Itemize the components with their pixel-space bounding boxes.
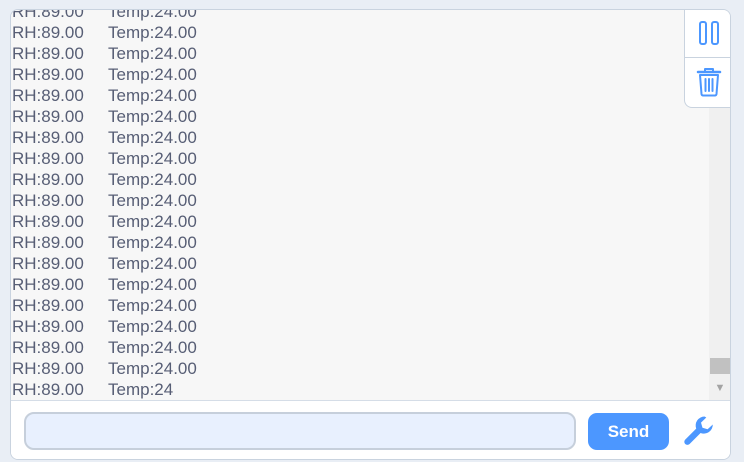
humidity-reading: RH:89.00 [12,107,84,126]
temperature-reading: Temp:24.00 [108,23,197,42]
temperature-reading: Temp:24.00 [108,254,197,273]
humidity-reading: RH:89.00 [12,254,84,273]
humidity-reading: RH:89.00 [12,170,84,189]
temperature-reading: Temp:24.00 [108,65,197,84]
output-line: RH:89.00 Temp:24.00 [12,316,197,337]
output-line: RH:89.00 Temp:24.00 [12,106,197,127]
humidity-reading: RH:89.00 [12,338,84,357]
output-line: RH:89.00 Temp:24.00 [12,253,197,274]
temperature-reading: Temp:24.00 [108,191,197,210]
temperature-reading: Temp:24.00 [108,107,197,126]
temperature-reading: Temp:24.00 [108,233,197,252]
output-toolbar [684,10,730,108]
temperature-reading: Temp:24.00 [108,275,197,294]
temperature-reading: Temp:24.00 [108,149,197,168]
output-line: RH:89.00 Temp:24.00 [12,148,197,169]
output-line: RH:89.00 Temp:24.00 [12,211,197,232]
temperature-reading: Temp:24.00 [108,212,197,231]
output-line: RH:89.00 Temp:24.00 [12,337,197,358]
humidity-reading: RH:89.00 [12,10,84,21]
humidity-reading: RH:89.00 [12,212,84,231]
output-line: RH:89.00 Temp:24.00 [12,10,197,22]
output-line: RH:89.00 Temp:24.00 [12,232,197,253]
output-line: RH:89.00 Temp:24 [12,379,197,400]
scroll-down-arrow-icon[interactable]: ▼ [709,382,730,394]
pause-button[interactable] [685,10,730,58]
temperature-reading: Temp:24.00 [108,86,197,105]
humidity-reading: RH:89.00 [12,275,84,294]
wrench-icon[interactable] [682,414,716,448]
temperature-reading: Temp:24.00 [108,10,197,21]
serial-monitor-panel: RH:89.00 Temp:24.00 RH:89.00 Temp:24.00 RH:8… [10,9,731,460]
humidity-reading: RH:89.00 [12,44,84,63]
serial-message-input[interactable] [24,412,576,450]
humidity-reading: RH:89.00 [12,128,84,147]
humidity-reading: RH:89.00 [12,317,84,336]
pause-icon [698,21,719,45]
humidity-reading: RH:89.00 [12,359,84,378]
send-button[interactable]: Send [588,413,669,450]
input-bar: Send [11,400,730,459]
output-line: RH:89.00 Temp:24.00 [12,358,197,379]
temperature-reading: Temp:24.00 [108,128,197,147]
output-line: RH:89.00 Temp:24.00 [12,169,197,190]
output-line: RH:89.00 Temp:24.00 [12,85,197,106]
humidity-reading: RH:89.00 [12,296,84,315]
temperature-reading: Temp:24.00 [108,317,197,336]
output-line: RH:89.00 Temp:24.00 [12,22,197,43]
output-lines: RH:89.00 Temp:24.00 RH:89.00 Temp:24.00 RH:8… [12,10,197,400]
temperature-reading: Temp:24.00 [108,296,197,315]
humidity-reading: RH:89.00 [12,233,84,252]
humidity-reading: RH:89.00 [12,23,84,42]
output-line: RH:89.00 Temp:24.00 [12,190,197,211]
humidity-reading: RH:89.00 [12,65,84,84]
humidity-reading: RH:89.00 [12,191,84,210]
temperature-reading: Temp:24 [108,380,174,399]
output-line: RH:89.00 Temp:24.00 [12,274,197,295]
humidity-reading: RH:89.00 [12,149,84,168]
temperature-reading: Temp:24.00 [108,44,197,63]
humidity-reading: RH:89.00 [12,380,84,399]
output-line: RH:89.00 Temp:24.00 [12,127,197,148]
humidity-reading: RH:89.00 [12,86,84,105]
scrollbar-thumb[interactable] [710,358,730,374]
serial-output-area[interactable]: RH:89.00 Temp:24.00 RH:89.00 Temp:24.00 RH:8… [11,10,709,400]
output-line: RH:89.00 Temp:24.00 [12,43,197,64]
temperature-reading: Temp:24.00 [108,359,197,378]
output-line: RH:89.00 Temp:24.00 [12,295,197,316]
output-line: RH:89.00 Temp:24.00 [12,64,197,85]
temperature-reading: Temp:24.00 [108,170,197,189]
clear-output-button[interactable] [685,58,730,106]
trash-icon [696,68,721,97]
temperature-reading: Temp:24.00 [108,338,197,357]
